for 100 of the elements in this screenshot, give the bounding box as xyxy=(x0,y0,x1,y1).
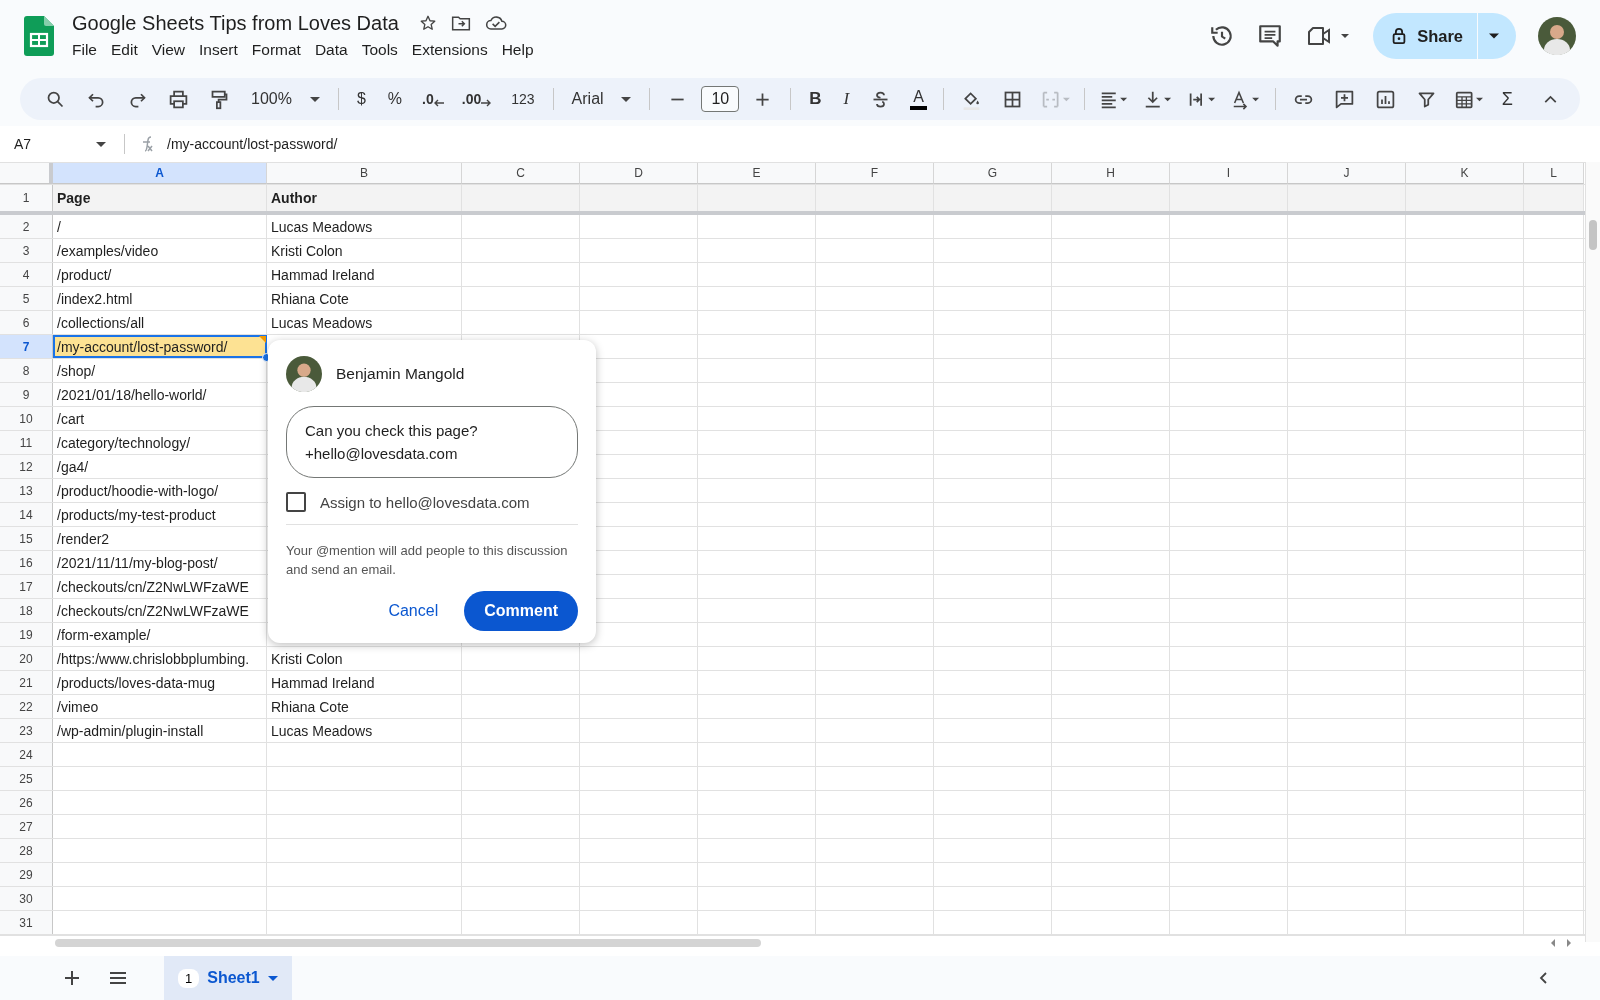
row-header[interactable]: 26 xyxy=(0,791,53,814)
row-header[interactable]: 25 xyxy=(0,767,53,790)
currency-format-button[interactable]: $ xyxy=(348,86,374,112)
column-header[interactable]: H xyxy=(1052,163,1170,184)
column-header[interactable]: I xyxy=(1170,163,1288,184)
table-cell-text: Rhiana Cote xyxy=(270,289,350,309)
menu-item[interactable]: Tools xyxy=(355,38,404,61)
mention-hint: Your @mention will add people to this discussion and send an email. xyxy=(286,542,569,579)
assign-label: Assign to hello@lovesdata.com xyxy=(320,493,530,511)
row-header[interactable]: 13 xyxy=(0,479,53,502)
decrease-decimals-button[interactable]: .0 xyxy=(416,89,450,109)
row-header[interactable]: 22 xyxy=(0,695,53,718)
menu-item[interactable]: Edit xyxy=(105,38,144,61)
table-cell-text: /https:/www.chrislobbplumbing. xyxy=(56,649,251,669)
text-color-button[interactable]: A xyxy=(910,88,927,110)
table-cell-text: /examples/video xyxy=(56,241,160,261)
menu-item[interactable]: Help xyxy=(495,38,540,61)
column-header[interactable]: F xyxy=(816,163,934,184)
table-cell-text: /cart xyxy=(56,409,86,429)
row-header[interactable]: 8 xyxy=(0,359,53,382)
row-header[interactable]: 6 xyxy=(0,311,53,334)
zoom-dropdown[interactable]: 100% xyxy=(243,86,328,112)
row-header[interactable]: 14 xyxy=(0,503,53,526)
row-header[interactable]: 17 xyxy=(0,575,53,598)
row-header[interactable]: 30 xyxy=(0,887,53,910)
row-header[interactable]: 9 xyxy=(0,383,53,406)
column-header[interactable]: B xyxy=(267,163,462,184)
document-title[interactable]: Google Sheets Tips from Loves Data xyxy=(72,11,399,35)
row-header[interactable]: 18 xyxy=(0,599,53,622)
column-header[interactable]: K xyxy=(1406,163,1524,184)
share-button[interactable]: Share xyxy=(1373,13,1477,59)
row-header[interactable]: 12 xyxy=(0,455,53,478)
table-cell-text: /wp-admin/plugin-install xyxy=(56,721,205,741)
comment-button[interactable]: Comment xyxy=(464,591,578,631)
table-cell-text: /ga4/ xyxy=(56,457,90,477)
row-header[interactable]: 21 xyxy=(0,671,53,694)
row-header[interactable]: 24 xyxy=(0,743,53,766)
table-cell-text: Hammad Ireland xyxy=(270,673,376,693)
table-cell-text: /2021/01/18/hello-world/ xyxy=(56,385,208,405)
increase-decimals-button[interactable]: .00 xyxy=(455,89,498,109)
formula-field[interactable]: /my-account/lost-password/ xyxy=(167,136,338,152)
row-header[interactable]: 29 xyxy=(0,863,53,886)
table-cell-text: /render2 xyxy=(56,529,111,549)
table-cell-text: /checkouts/cn/Z2NwLWFzaWE xyxy=(56,577,250,597)
table-cell-text: Lucas Meadows xyxy=(270,217,374,237)
row-header[interactable]: 16 xyxy=(0,551,53,574)
row-header[interactable]: 31 xyxy=(0,911,53,934)
row-header[interactable]: 4 xyxy=(0,263,53,286)
row-header[interactable]: 19 xyxy=(0,623,53,646)
table-cell-text: /shop/ xyxy=(56,361,97,381)
row-header[interactable]: 28 xyxy=(0,839,53,862)
table-cell: Author xyxy=(267,185,462,211)
sheet-number: 1 xyxy=(178,968,200,988)
row-header[interactable]: 5 xyxy=(0,287,53,310)
menu-item[interactable]: Data xyxy=(308,38,354,61)
row-header[interactable]: 27 xyxy=(0,815,53,838)
column-header[interactable]: G xyxy=(934,163,1052,184)
table-cell-text: /vimeo xyxy=(56,697,100,717)
row-header[interactable]: 1 xyxy=(0,185,53,211)
sheet-tab[interactable]: 1 Sheet1 xyxy=(164,956,292,1000)
column-header[interactable]: J xyxy=(1288,163,1406,184)
row-header[interactable]: 20 xyxy=(0,647,53,670)
row-header[interactable]: 3 xyxy=(0,239,53,262)
bold-button[interactable]: B xyxy=(801,85,830,113)
row-header[interactable]: 15 xyxy=(0,527,53,550)
menu-item[interactable]: View xyxy=(145,38,192,61)
cancel-button[interactable]: Cancel xyxy=(384,594,443,628)
row-header[interactable]: 11 xyxy=(0,431,53,454)
number-format-button[interactable]: 123 xyxy=(503,87,543,111)
comment-author: Benjamin Mangold xyxy=(336,365,465,383)
menu-item[interactable]: Insert xyxy=(193,38,244,61)
table-cell-text: Hammad Ireland xyxy=(270,265,376,285)
column-header[interactable]: D xyxy=(580,163,698,184)
table-cell-text: Kristi Colon xyxy=(270,241,344,261)
table-cell-text: Rhiana Cote xyxy=(270,697,350,717)
menu-item[interactable]: Format xyxy=(245,38,307,61)
row-header[interactable]: 10 xyxy=(0,407,53,430)
column-header[interactable]: L xyxy=(1524,163,1584,184)
table-cell-text: Lucas Meadows xyxy=(270,313,374,333)
table-cell-text: /collections/all xyxy=(56,313,146,333)
font-size-field[interactable]: 10 xyxy=(701,86,740,112)
cell-reference-field[interactable]: A7 xyxy=(14,136,112,152)
column-header[interactable]: A xyxy=(53,163,267,184)
table-cell-text: /2021/11/11/my-blog-post/ xyxy=(56,553,219,573)
menu-item[interactable]: File xyxy=(66,38,103,61)
row-header[interactable]: 23 xyxy=(0,719,53,742)
italic-button[interactable]: I xyxy=(835,85,858,113)
menu-item[interactable]: Extensions xyxy=(405,38,494,61)
font-dropdown[interactable]: Arial xyxy=(563,86,640,112)
column-header[interactable]: E xyxy=(698,163,816,184)
table-cell-text: /form-example/ xyxy=(56,625,152,645)
table-cell-text: /products/my-test-product xyxy=(56,505,217,525)
row-header[interactable]: 2 xyxy=(0,215,53,238)
comment-field[interactable]: Can you check this page? +hello@lovesdata.com xyxy=(286,406,578,478)
row-header[interactable]: 7 xyxy=(0,335,53,358)
percent-format-button[interactable]: % xyxy=(379,86,411,112)
column-header[interactable]: C xyxy=(462,163,580,184)
sheet-name: Sheet1 xyxy=(207,969,260,987)
functions-button[interactable]: Σ xyxy=(1493,84,1521,114)
table-cell-text: /category/technology/ xyxy=(56,433,192,453)
